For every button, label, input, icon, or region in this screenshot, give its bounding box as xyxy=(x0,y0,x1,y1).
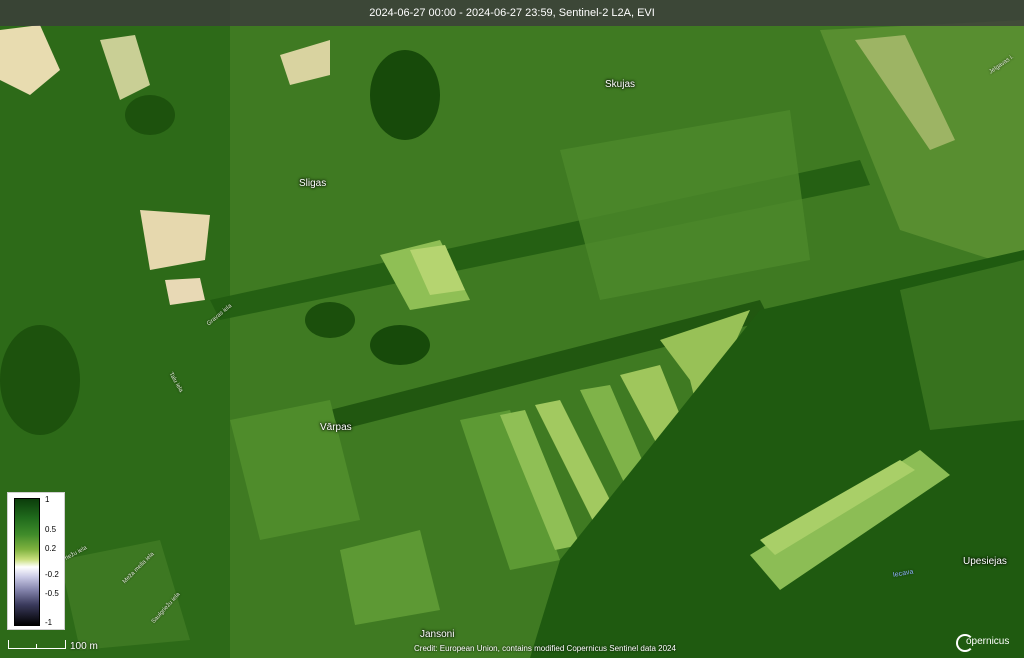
legend-tick: 0.5 xyxy=(45,525,57,534)
legend-tick: -0.5 xyxy=(45,589,59,598)
evi-legend: 1 0.5 0.2 -0.2 -0.5 -1 xyxy=(7,492,65,630)
legend-tick: 1 xyxy=(45,495,50,504)
map-title-bar: 2024-06-27 00:00 - 2024-06-27 23:59, Sen… xyxy=(0,0,1024,26)
attribution-credit: Credit: European Union, contains modifie… xyxy=(414,644,676,653)
place-label-sligas: Sligas xyxy=(299,178,327,189)
legend-tick: -0.2 xyxy=(45,570,59,579)
legend-color-ramp xyxy=(14,498,40,626)
place-label-skujas: Skujas xyxy=(605,79,636,90)
evi-map-canvas[interactable] xyxy=(0,0,1024,658)
place-label-upesiejas: Upesiejas xyxy=(963,556,1007,567)
place-label-varpas: Vārpas xyxy=(320,422,352,433)
legend-tick: -1 xyxy=(45,618,53,627)
place-label-jansoni: Jansoni xyxy=(420,629,455,640)
copernicus-logo-text: opernicus xyxy=(966,636,1010,647)
copernicus-logo: opernicus xyxy=(956,634,1016,654)
legend-tick: 0.2 xyxy=(45,544,57,553)
